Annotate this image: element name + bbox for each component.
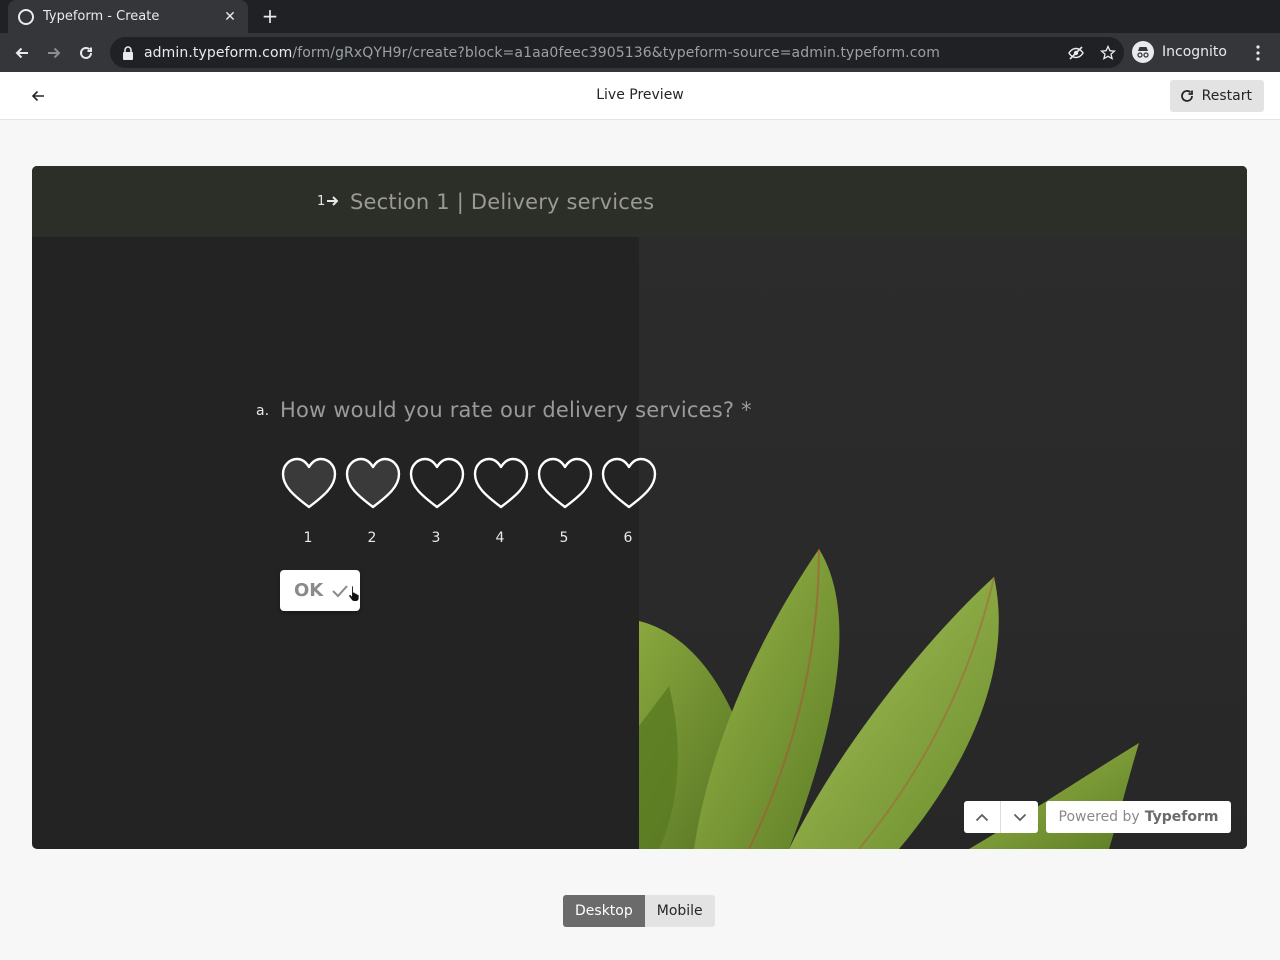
heart-icon [601,457,657,509]
ok-label: OK [294,580,324,601]
rating-option[interactable]: 2 [344,456,408,546]
rating-option[interactable]: 1 [280,456,344,546]
rating-number: 4 [495,530,505,546]
incognito-profile-button[interactable]: Incognito [1132,38,1227,66]
rating-number: 3 [431,530,441,546]
star-icon[interactable] [1092,37,1124,68]
section-number: 1 [317,194,326,209]
rating-option[interactable]: 5 [536,456,600,546]
arrow-right-icon [327,196,339,206]
restart-label: Restart [1201,88,1252,104]
plant-image [639,166,1247,849]
plant-leaves-image [639,548,1139,849]
eye-off-icon[interactable] [1060,37,1092,68]
profile-label: Incognito [1162,44,1227,60]
chevron-down-icon[interactable] [1001,801,1038,833]
rating-option[interactable]: 6 [600,456,664,546]
desktop-toggle-button[interactable]: Desktop [563,895,645,927]
heart-icon [409,457,465,509]
rating-option[interactable]: 3 [408,456,472,546]
kebab-menu-icon[interactable] [1248,39,1268,67]
lock-icon [123,45,133,60]
rating-number: 6 [623,530,633,546]
device-toggle: Desktop Mobile [563,895,715,927]
heart-icon [473,457,529,509]
restart-icon [1180,90,1193,102]
rating-option[interactable]: 4 [472,456,536,546]
app-header: Live Preview Restart [0,72,1280,120]
forward-arrow-icon[interactable] [40,39,68,67]
question-letter: a. [256,403,270,419]
heart-icon [345,457,401,509]
form-preview: 1 Section 1 | Delivery services a. How w… [32,166,1247,849]
close-tab-icon[interactable]: ✕ [222,9,238,25]
typeform-favicon-icon [18,8,34,25]
question-text: How would you rate our delivery services… [280,398,752,422]
rating-number: 2 [367,530,377,546]
heart-rating: 1 2 3 4 5 6 [280,456,664,546]
new-tab-button[interactable]: + [258,4,282,28]
restart-button[interactable]: Restart [1169,80,1264,112]
chevron-up-icon[interactable] [964,801,1001,833]
powered-by-brand: Typeform [1144,809,1219,825]
reload-icon[interactable] [72,39,100,67]
address-bar[interactable]: admin.typeform.com/form/gRxQYH9r/create?… [110,37,1124,68]
back-arrow-icon[interactable] [8,39,36,67]
mobile-toggle-button[interactable]: Mobile [644,895,715,927]
rating-number: 1 [303,530,313,546]
browser-tab[interactable]: Typeform - Create ✕ [8,0,248,33]
powered-by-typeform-badge[interactable]: Powered by Typeform [1046,801,1231,833]
section-header: 1 Section 1 | Delivery services [32,166,1247,237]
heart-icon [281,457,337,509]
hand-cursor-icon [348,585,360,602]
url-text: admin.typeform.com/form/gRxQYH9r/create?… [144,44,940,61]
heart-icon [537,457,593,509]
check-icon [332,584,348,597]
rating-number: 5 [559,530,569,546]
page-title: Live Preview [596,87,684,103]
powered-by-prefix: Powered by [1058,809,1140,825]
section-title: Section 1 | Delivery services [350,190,655,214]
question-navigation [964,801,1038,833]
browser-toolbar: admin.typeform.com/form/gRxQYH9r/create?… [0,33,1280,72]
incognito-icon [1132,41,1154,63]
tab-title: Typeform - Create [43,9,160,24]
browser-tabbar: Typeform - Create ✕ + [0,0,1280,33]
